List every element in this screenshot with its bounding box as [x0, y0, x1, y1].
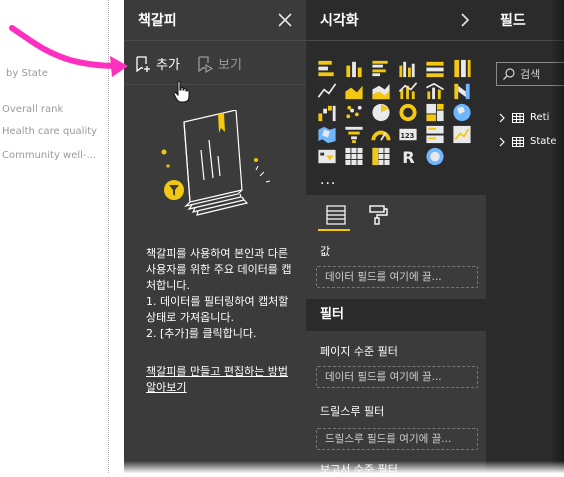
stacked-area-icon[interactable]	[370, 80, 392, 101]
slicer-icon[interactable]	[316, 146, 338, 167]
filled-map-icon[interactable]	[316, 124, 338, 145]
field-table-row[interactable]: Reti	[498, 112, 549, 123]
expand-chevron-icon	[499, 113, 505, 122]
r-script-icon[interactable]: R	[397, 146, 419, 167]
treemap-icon[interactable]	[424, 102, 446, 123]
waterfall-icon[interactable]	[316, 102, 338, 123]
description-line-2: 1. 데이터를 필터링하여 캡처할 상태로 가져옵니다.	[146, 295, 289, 324]
card-icon[interactable]: 123	[397, 124, 419, 145]
matrix-icon[interactable]	[370, 146, 392, 167]
canvas-label-overall-rank: Overall rank	[2, 104, 64, 115]
visual-type-row: R	[316, 146, 476, 167]
format-paint-roller-icon[interactable]	[366, 203, 390, 227]
area-chart-icon[interactable]	[343, 80, 365, 101]
canvas-boundary	[108, 0, 109, 473]
page-filter-label: 페이지 수준 필터	[320, 345, 398, 358]
field-table-label: Reti	[530, 112, 550, 123]
description-line-3: 2. [추가]를 클릭합니다.	[146, 327, 257, 340]
field-table-row[interactable]: State	[498, 136, 556, 147]
page-filter-drop-field[interactable]: 데이터 필드를 여기에 끌...	[316, 366, 478, 388]
multirow-card-icon[interactable]	[424, 124, 446, 145]
viz-wells: 값 데이터 필드를 여기에 끌... 필터 페이지 수준 필터 데이터 필드를 …	[306, 235, 486, 476]
close-icon[interactable]	[276, 11, 294, 29]
panel-shadow	[550, 0, 564, 473]
values-drop-field[interactable]: 데이터 필드를 여기에 끌...	[316, 266, 478, 288]
clustered-column-icon[interactable]	[397, 58, 419, 79]
table-icon	[512, 112, 524, 123]
svg-text:R: R	[402, 148, 415, 167]
canvas-label-by-state: by State	[6, 68, 48, 79]
table-icon[interactable]	[343, 146, 365, 167]
bookmarks-pane: 책갈피 추가 보기 책갈피를 사용하여 본인과 다른 사용자를 위한 주요 데이…	[124, 0, 306, 473]
gauge-icon[interactable]	[370, 124, 392, 145]
search-placeholder: 검색	[520, 68, 541, 81]
add-bookmark-button[interactable]: 추가	[134, 54, 180, 73]
search-icon	[503, 68, 515, 80]
ribbon-chart-icon[interactable]	[451, 80, 473, 101]
more-visuals-button[interactable]: ...	[320, 172, 336, 188]
add-bookmark-label: 추가	[156, 58, 180, 73]
visualizations-header: 시각화	[306, 0, 486, 41]
stacked-column-icon[interactable]	[343, 58, 365, 79]
canvas-label-community: Community well-...	[2, 150, 97, 161]
visualizations-title: 시각화	[320, 13, 359, 29]
line-chart-icon[interactable]	[316, 80, 338, 101]
fields-tab-icon[interactable]	[324, 203, 348, 227]
svg-text:123: 123	[400, 132, 414, 140]
panel-fade	[124, 461, 564, 473]
chevron-right-icon[interactable]	[456, 11, 474, 29]
line-column-icon[interactable]	[397, 80, 419, 101]
visual-type-gallery: 123 R	[316, 58, 476, 168]
view-bookmarks-button[interactable]: 보기	[196, 54, 242, 73]
visualizations-pane: 시각화 123 R ... 값 데이터 필드를 여기에 끌... 필터 페이지 …	[306, 0, 486, 476]
visual-type-row	[316, 58, 476, 79]
viz-tabs	[306, 195, 486, 235]
line-clustered-icon[interactable]	[424, 80, 446, 101]
description-line-1: 책갈피를 사용하여 본인과 다른 사용자를 위한 주요 데이터를 캡처합니다.	[146, 247, 292, 292]
drillthrough-label: 드릴스루 필터	[320, 405, 385, 418]
learn-more-link[interactable]: 책갈피를 만들고 편집하는 방법 알아보기	[146, 364, 294, 396]
fields-title: 필드	[500, 13, 526, 29]
scatter-icon[interactable]	[343, 102, 365, 123]
report-canvas[interactable]: by State Overall rank Health care qualit…	[0, 0, 124, 473]
donut-icon[interactable]	[397, 102, 419, 123]
visual-type-row	[316, 102, 476, 123]
stacked-bar-icon[interactable]	[316, 58, 338, 79]
active-tab-indicator	[318, 229, 350, 231]
bookmarks-title: 책갈피	[138, 13, 177, 29]
visual-type-row: 123	[316, 124, 476, 145]
bookmarks-illustration	[161, 110, 271, 216]
canvas-label-health-care: Health care quality	[2, 126, 98, 137]
bookmarks-header: 책갈피	[124, 0, 306, 41]
expand-chevron-icon	[499, 137, 505, 146]
kpi-icon[interactable]	[451, 124, 473, 145]
visual-type-row	[316, 80, 476, 101]
hand-cursor-icon	[173, 80, 190, 103]
map-icon[interactable]	[451, 102, 473, 123]
clustered-bar-icon[interactable]	[370, 58, 392, 79]
values-label: 값	[320, 245, 331, 258]
funnel-icon[interactable]	[343, 124, 365, 145]
view-bookmarks-label: 보기	[218, 58, 242, 73]
view-bookmark-icon	[198, 55, 214, 73]
globe-icon[interactable]	[424, 146, 446, 167]
bookmarks-toolbar: 추가 보기	[124, 40, 306, 85]
table-icon	[512, 136, 524, 147]
add-bookmark-icon	[136, 55, 150, 72]
100-bar-icon[interactable]	[424, 58, 446, 79]
filters-title: 필터	[306, 299, 486, 331]
pie-icon[interactable]	[370, 102, 392, 123]
drillthrough-drop-field[interactable]: 드릴스루 필드를 여기에 끌...	[316, 428, 478, 450]
bookmarks-description: 책갈피를 사용하여 본인과 다른 사용자를 위한 주요 데이터를 캡처합니다. …	[146, 246, 294, 342]
100-column-icon[interactable]	[451, 58, 473, 79]
